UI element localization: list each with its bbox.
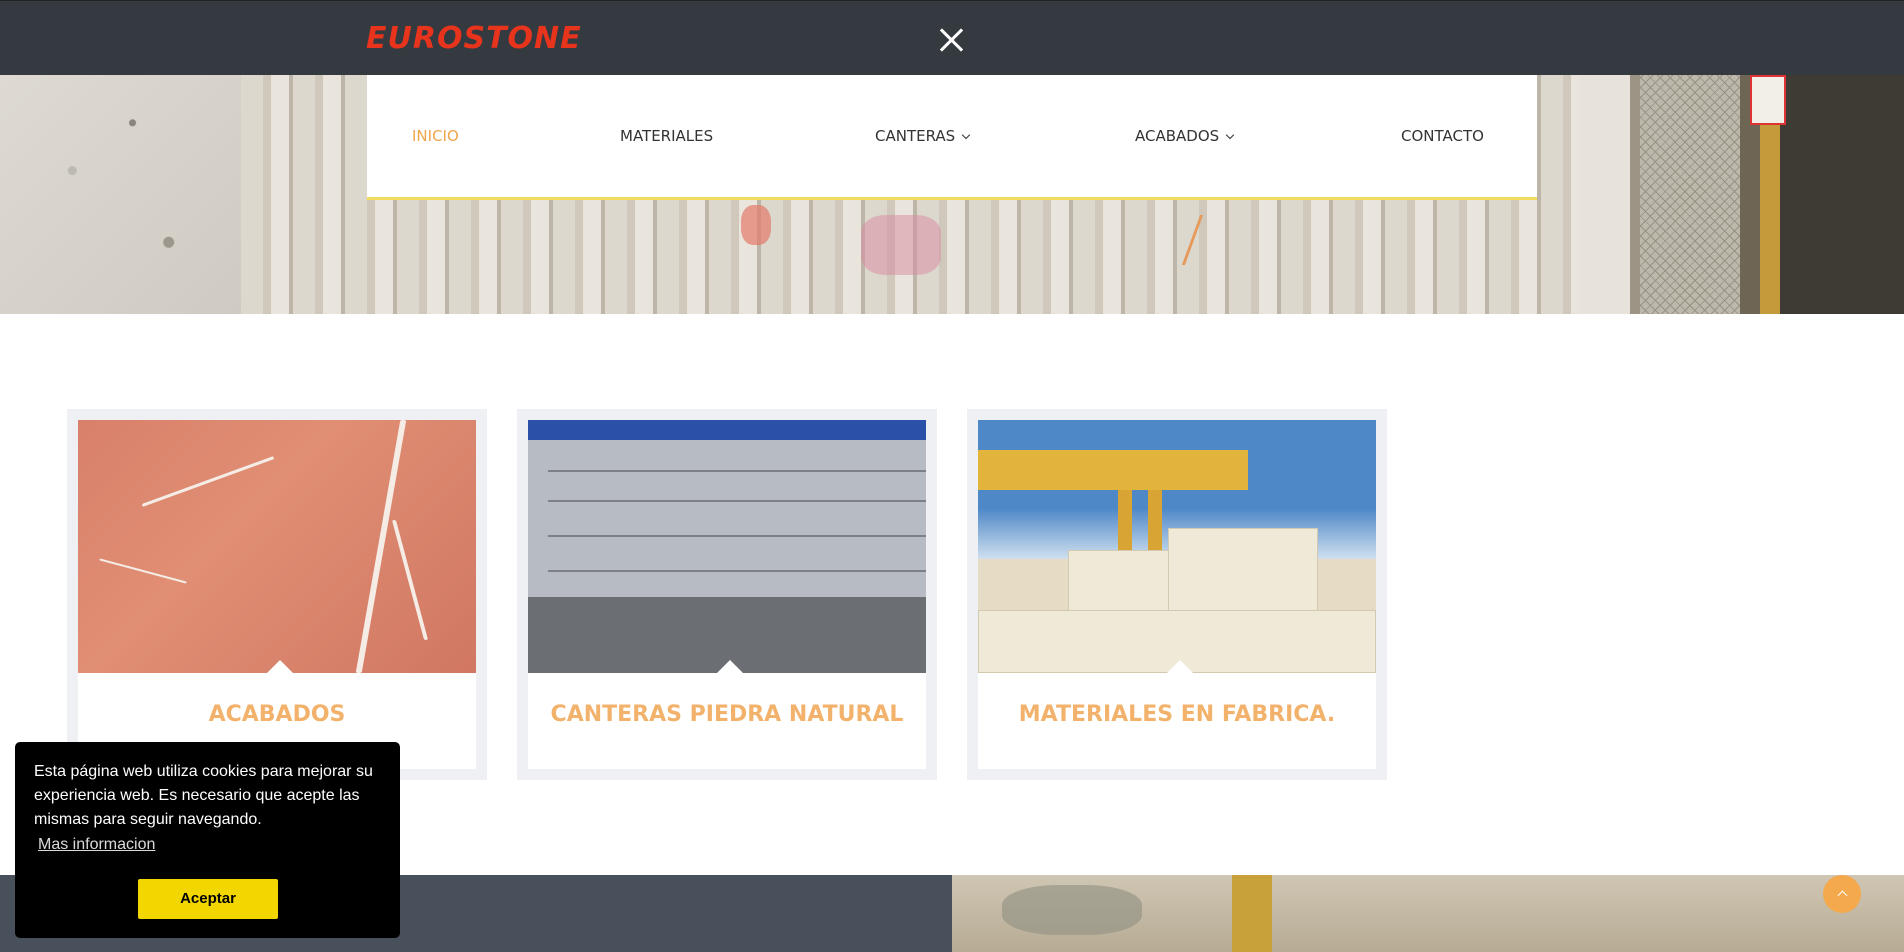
nav-item-inicio[interactable]: INICIO xyxy=(412,127,459,145)
hero-paint-mark xyxy=(741,205,771,245)
cookie-banner: Esta página web utiliza cookies para mej… xyxy=(15,742,400,938)
site-logo[interactable]: EUROSTONE xyxy=(366,21,582,56)
nav-item-contacto[interactable]: CONTACTO xyxy=(1401,127,1484,145)
card-acabados[interactable]: ACABADOS xyxy=(67,409,487,780)
nav-item-acabados[interactable]: ACABADOS xyxy=(1135,127,1235,145)
marble-vein xyxy=(99,558,187,584)
factory-crane xyxy=(978,450,1248,490)
stone-block xyxy=(1168,528,1318,613)
marble-vein xyxy=(391,520,429,640)
card-image-quarry[interactable] xyxy=(528,420,926,673)
header-bar: EUROSTONE xyxy=(0,0,1904,75)
main-nav-menu: INICIO MATERIALES CANTERAS ACABADOS CONT… xyxy=(367,75,1537,200)
cookie-message: Esta página web utiliza cookies para mej… xyxy=(34,763,373,828)
nav-item-label: INICIO xyxy=(412,127,459,145)
back-to-top-button[interactable] xyxy=(1823,875,1861,913)
marble-vein xyxy=(141,456,275,507)
cookie-accept-button[interactable]: Aceptar xyxy=(138,879,278,919)
hero-paint-mark xyxy=(861,215,941,275)
nav-item-label: ACABADOS xyxy=(1135,127,1220,145)
quarry-step xyxy=(548,570,926,572)
quarry-step xyxy=(548,500,926,502)
card-title[interactable]: MATERIALES EN FABRICA. xyxy=(978,702,1376,727)
card-image-notch xyxy=(1166,660,1194,673)
nav-item-label: MATERIALES xyxy=(620,127,714,145)
cookie-more-info-link[interactable]: Mas informacion xyxy=(38,836,155,854)
card-image-red-marble[interactable] xyxy=(78,420,476,673)
nav-item-canteras[interactable]: CANTERAS xyxy=(875,127,971,145)
card-title[interactable]: CANTERAS PIEDRA NATURAL xyxy=(528,702,926,727)
card-body: MATERIALES EN FABRICA. xyxy=(978,420,1376,769)
quarry-truck xyxy=(1232,875,1272,952)
page: EUROSTONE INICIO MATERIALES CANTERAS ACA… xyxy=(0,0,1904,952)
card-canteras[interactable]: CANTERAS PIEDRA NATURAL xyxy=(517,409,937,780)
nav-item-label: CONTACTO xyxy=(1401,127,1484,145)
close-menu-icon[interactable] xyxy=(936,25,966,55)
card-image-notch xyxy=(266,660,294,673)
chevron-down-icon xyxy=(1225,130,1235,140)
nav-item-materiales[interactable]: MATERIALES xyxy=(620,127,713,145)
card-body: CANTERAS PIEDRA NATURAL xyxy=(528,420,926,769)
hero-image-yard xyxy=(1580,75,1904,314)
quarry-step xyxy=(548,535,926,537)
factory-crane-leg xyxy=(1148,490,1162,550)
quarry-rock xyxy=(1002,885,1142,935)
footer-band-image xyxy=(952,875,1904,952)
card-image-factory[interactable] xyxy=(978,420,1376,673)
hero-fence xyxy=(1640,75,1740,314)
card-title[interactable]: ACABADOS xyxy=(78,702,476,727)
card-materiales-fabrica[interactable]: MATERIALES EN FABRICA. xyxy=(967,409,1387,780)
hero-image-stone-texture xyxy=(0,75,241,314)
hero-paint-mark xyxy=(1181,215,1241,265)
nav-item-label: CANTERAS xyxy=(875,127,956,145)
chevron-down-icon xyxy=(961,130,971,140)
quarry-step xyxy=(548,470,926,472)
stone-block xyxy=(1068,550,1178,615)
card-image-notch xyxy=(716,660,744,673)
card-body: ACABADOS xyxy=(78,420,476,769)
hero-sign xyxy=(1750,75,1786,125)
factory-crane-leg xyxy=(1118,490,1132,550)
